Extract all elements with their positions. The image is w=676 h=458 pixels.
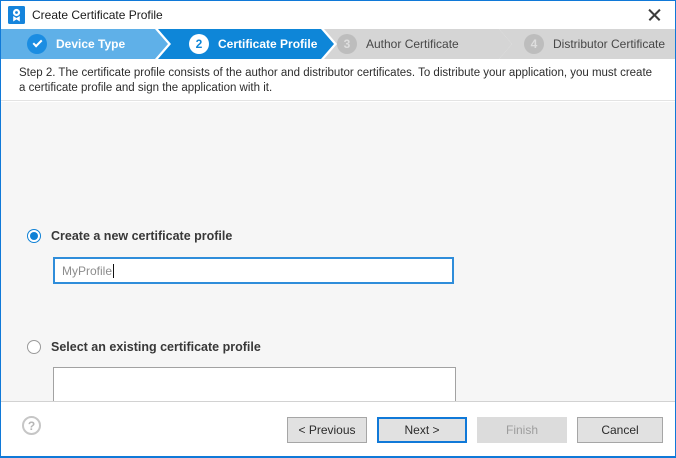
- button-bar: ? < Previous Next > Finish Cancel: [1, 402, 675, 456]
- check-icon: [27, 34, 47, 54]
- step-number-badge: 2: [189, 34, 209, 54]
- select-existing-profile-label: Select an existing certificate profile: [51, 340, 261, 354]
- step-label: Author Certificate: [366, 37, 459, 51]
- create-new-profile-label: Create a new certificate profile: [51, 229, 232, 243]
- help-button[interactable]: ?: [22, 416, 41, 435]
- finish-button: Finish: [477, 417, 567, 443]
- radio-create-new[interactable]: [27, 229, 41, 243]
- previous-button[interactable]: < Previous: [287, 417, 367, 443]
- create-certificate-profile-dialog: Create Certificate Profile Device Type 2…: [0, 0, 676, 458]
- wizard-step-bar: Device Type 2 Certificate Profile 3 Auth…: [1, 29, 676, 59]
- next-button[interactable]: Next >: [377, 417, 467, 443]
- step-number-badge: 4: [524, 34, 544, 54]
- radio-select-existing[interactable]: [27, 340, 41, 354]
- profile-name-input[interactable]: MyProfile: [53, 257, 454, 284]
- step-label: Distributor Certificate: [553, 37, 665, 51]
- step-label: Certificate Profile: [218, 37, 317, 51]
- certificate-badge-icon: [8, 6, 25, 24]
- title-bar: Create Certificate Profile: [1, 1, 675, 29]
- step-device-type: Device Type: [1, 29, 168, 59]
- text-caret: [113, 264, 114, 278]
- wizard-content: Create a new certificate profile MyProfi…: [1, 102, 675, 401]
- step-number-badge: 3: [337, 34, 357, 54]
- step-distributor-certificate: 4 Distributor Certificate: [499, 29, 676, 59]
- close-button[interactable]: [639, 3, 669, 27]
- step-certificate-profile: 2 Certificate Profile: [158, 29, 334, 59]
- cancel-button[interactable]: Cancel: [577, 417, 663, 443]
- step-label: Device Type: [56, 37, 125, 51]
- step-author-certificate: 3 Author Certificate: [324, 29, 512, 59]
- step-description: Step 2. The certificate profile consists…: [1, 59, 675, 101]
- create-new-profile-option[interactable]: Create a new certificate profile: [27, 229, 232, 243]
- select-existing-profile-option[interactable]: Select an existing certificate profile: [27, 340, 261, 354]
- profile-name-value: MyProfile: [62, 264, 112, 278]
- window-title: Create Certificate Profile: [32, 8, 163, 22]
